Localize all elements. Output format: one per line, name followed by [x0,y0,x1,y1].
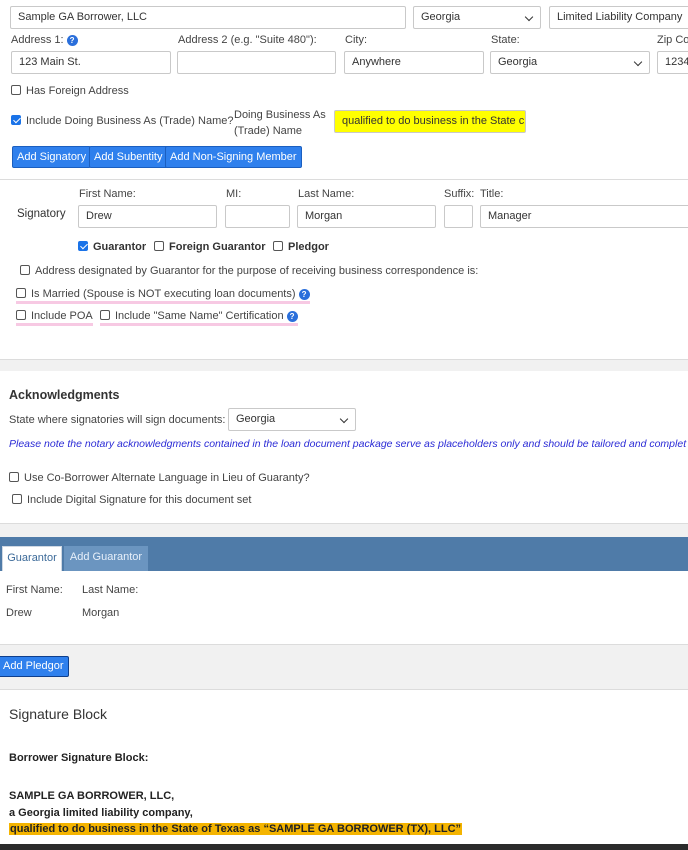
add-pledgor-button[interactable]: Add Pledgor [0,656,69,677]
last-name-input[interactable]: Morgan [297,205,436,228]
entity-state-select[interactable]: Georgia [413,6,541,29]
suffix-label: Suffix: [444,188,475,200]
tab-guarantor[interactable]: Guarantor [2,546,62,571]
include-poa-checkbox[interactable]: Include POA [16,310,93,326]
pledgor-band [0,644,688,690]
address-designated-checkbox[interactable]: Address designated by Guarantor for the … [20,265,478,277]
city-input[interactable]: Anywhere [344,51,484,74]
checkbox-icon[interactable] [78,241,88,251]
first-name-input[interactable]: Drew [78,205,217,228]
address2-label: Address 2 (e.g. "Suite 480"): [178,34,317,46]
include-poa-label: Include POA [31,310,93,322]
signature-line-2: a Georgia limited liability company, [9,807,193,819]
help-icon[interactable]: ? [286,311,298,322]
entity-state-value: Georgia [421,11,461,23]
checkbox-icon[interactable] [9,472,19,482]
address2-input[interactable] [177,51,336,74]
sign-state-label: State where signatories will sign docume… [9,414,226,426]
dba-checkbox-label: Include Doing Business As (Trade) Name? [26,115,234,127]
dba-checkbox[interactable]: Include Doing Business As (Trade) Name? [11,115,233,127]
checkbox-icon[interactable] [16,288,26,298]
foreign-address-checkbox[interactable]: Has Foreign Address [11,85,129,97]
checkbox-icon[interactable] [16,310,26,320]
state-select-value: Georgia [498,56,538,68]
add-signatory-button[interactable]: Add Signatory [12,146,92,168]
foreign-guarantor-checkbox[interactable]: Foreign Guarantor [154,241,266,253]
co-borrower-checkbox[interactable]: Use Co-Borrower Alternate Language in Li… [9,472,310,484]
is-married-label: Is Married (Spouse is NOT executing loan… [31,288,296,300]
sign-state-value: Georgia [236,413,276,425]
sign-state-select[interactable]: Georgia [228,408,356,431]
add-subentity-button[interactable]: Add Subentity [89,146,168,168]
checkbox-icon[interactable] [100,310,110,320]
digital-signature-label: Include Digital Signature for this docum… [27,494,252,506]
mi-label: MI: [226,188,242,200]
suffix-input[interactable] [444,205,473,228]
acknowledgments-heading: Acknowledgments [9,388,120,402]
dba-name-input[interactable]: qualified to do business in the State c [334,110,526,133]
guarantor-first-name-value: Drew [6,607,32,619]
mi-input[interactable] [225,205,290,228]
borrower-signature-subheading: Borrower Signature Block: [9,752,149,764]
signatory-row-label: Signatory [17,208,66,220]
help-icon[interactable]: ? [66,35,78,46]
notary-notice: Please note the notary acknowledgments c… [9,438,687,450]
checkbox-icon[interactable] [11,115,21,125]
zip-input[interactable]: 1234 [657,51,688,74]
help-icon[interactable]: ? [298,289,310,300]
checkbox-icon[interactable] [20,265,30,275]
signature-line-3: qualified to do business in the State of… [9,823,463,835]
foreign-guarantor-label: Foreign Guarantor [169,241,266,253]
is-married-checkbox[interactable]: Is Married (Spouse is NOT executing loan… [16,288,310,304]
window-bottom-edge [0,844,688,850]
city-label: City: [345,34,367,46]
address1-label: Address 1:? [11,34,78,46]
guarantor-checkbox[interactable]: Guarantor [78,241,146,253]
signature-line-1: SAMPLE GA BORROWER, LLC, [9,790,175,802]
zip-label: Zip Co [657,34,688,46]
guarantor-first-name-label: First Name: [6,584,63,596]
entity-type-select[interactable]: Limited Liability Company [549,6,688,29]
same-name-checkbox[interactable]: Include "Same Name" Certification? [100,310,298,326]
co-borrower-label: Use Co-Borrower Alternate Language in Li… [24,472,310,484]
pledgor-checkbox[interactable]: Pledgor [273,241,329,253]
guarantor-last-name-value: Morgan [82,607,120,619]
guarantor-last-name-label: Last Name: [82,584,139,596]
last-name-label: Last Name: [298,188,355,200]
section-band [0,359,688,371]
guarantor-label: Guarantor [93,241,147,253]
checkbox-icon[interactable] [11,85,21,95]
title-label: Title: [480,188,504,200]
pledgor-label: Pledgor [288,241,329,253]
tab-add-guarantor[interactable]: Add Guarantor [64,546,148,571]
checkbox-icon[interactable] [12,494,22,504]
state-label: State: [491,34,520,46]
same-name-label: Include "Same Name" Certification [115,310,284,322]
entity-name-input[interactable]: Sample GA Borrower, LLC [10,6,406,29]
first-name-label: First Name: [79,188,136,200]
divider [0,179,688,180]
address1-input[interactable]: 123 Main St. [11,51,171,74]
add-non-signing-member-button[interactable]: Add Non-Signing Member [165,146,302,168]
dba-field-label: Doing Business As (Trade) Name [234,109,326,137]
foreign-address-label: Has Foreign Address [26,85,129,97]
section-band [0,523,688,537]
checkbox-icon[interactable] [273,241,283,251]
signature-block-heading: Signature Block [9,706,108,722]
checkbox-icon[interactable] [154,241,164,251]
address-designated-label: Address designated by Guarantor for the … [35,265,479,277]
digital-signature-checkbox[interactable]: Include Digital Signature for this docum… [12,494,251,506]
title-input[interactable]: Manager [480,205,688,228]
state-select[interactable]: Georgia [490,51,650,74]
entity-type-value: Limited Liability Company [557,11,683,23]
